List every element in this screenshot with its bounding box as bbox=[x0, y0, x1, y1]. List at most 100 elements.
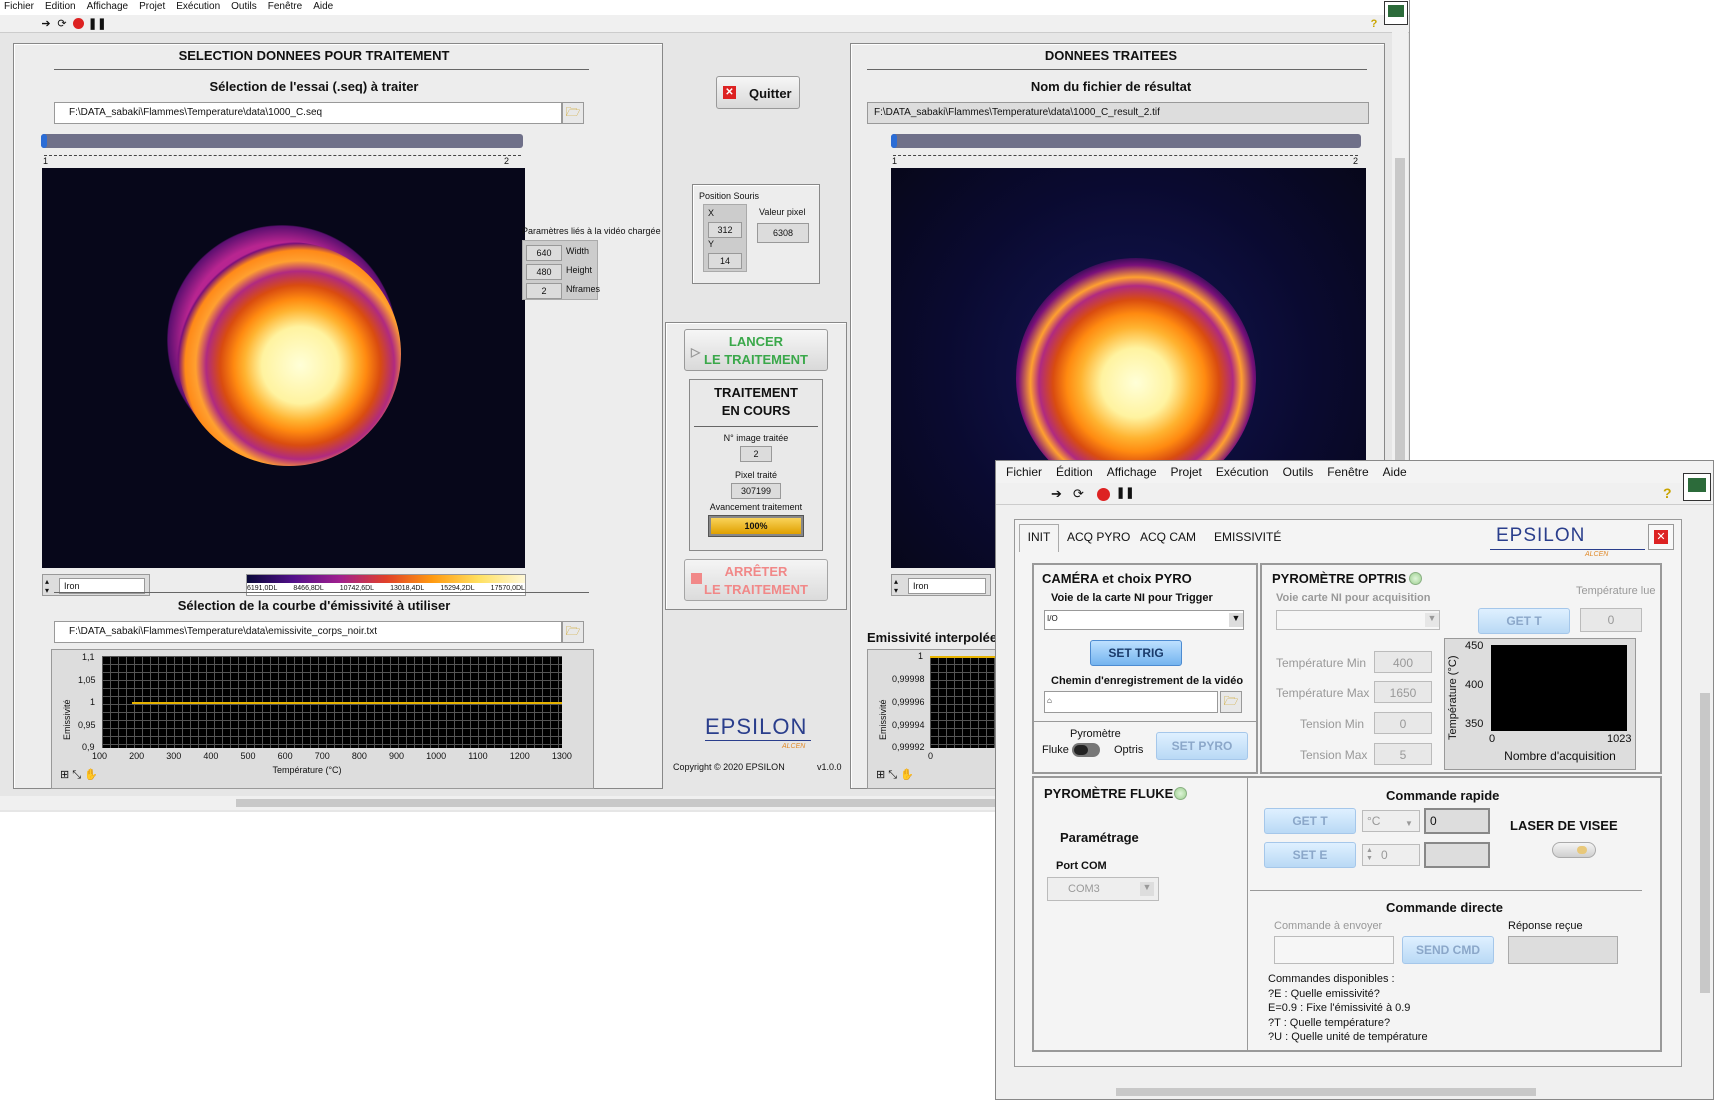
horizontal-scrollbar[interactable] bbox=[996, 1085, 1696, 1099]
stepper-icon: ▲ ▼ bbox=[1366, 847, 1373, 862]
menu-bar: Fichier Edition Affichage Projet Exécution Ou… bbox=[0, 0, 1409, 15]
cmd-envoyer-input[interactable] bbox=[1274, 936, 1394, 964]
menu-execution[interactable]: Exécution bbox=[1216, 465, 1269, 479]
menu-projet[interactable]: Projet bbox=[1171, 465, 1202, 479]
launch-button[interactable]: ▷ LANCER LE TRAITEMENT bbox=[684, 329, 828, 371]
laser-toggle[interactable] bbox=[1552, 842, 1596, 858]
pyro-toggle[interactable] bbox=[1072, 743, 1100, 757]
help-icon[interactable]: ? bbox=[1368, 18, 1380, 30]
xtick: 1023 bbox=[1607, 733, 1632, 745]
send-cmd-button[interactable]: SEND CMD bbox=[1402, 936, 1494, 964]
menu-edition[interactable]: Édition bbox=[1056, 465, 1093, 479]
divider bbox=[694, 426, 818, 427]
divider bbox=[54, 592, 589, 593]
run-continuous-icon[interactable]: ⟳ bbox=[56, 18, 68, 30]
epsilon-logo: EPSILON bbox=[1496, 525, 1586, 546]
ytick: 1 bbox=[90, 697, 96, 707]
cmd-envoyer-label: Commande à envoyer bbox=[1274, 920, 1383, 932]
tab-acq-pyro[interactable]: ACQ PYRO bbox=[1067, 530, 1130, 544]
result-frame-slider[interactable] bbox=[891, 134, 1361, 148]
graph-tools-icon[interactable]: ⊞ ⤡ ✋ bbox=[60, 768, 98, 782]
result-path: F:\DATA_sabaki\Flammes\Temperature\data\… bbox=[867, 102, 1369, 124]
optris-chart-xlabel: Nombre d'acquisition bbox=[1504, 749, 1616, 763]
progress-fill: 100% bbox=[711, 518, 801, 534]
folder-browse-icon[interactable]: 🗁 bbox=[562, 102, 584, 124]
run-continuous-icon[interactable]: ⟳ bbox=[1073, 486, 1084, 502]
divider bbox=[1034, 721, 1256, 722]
set-e-input[interactable]: ▲ ▼ 0 bbox=[1362, 844, 1420, 866]
trigger-select[interactable]: I/O ▼ bbox=[1044, 610, 1244, 630]
run-arrow-icon[interactable]: ➔ bbox=[40, 18, 52, 30]
run-arrow-icon[interactable]: ➔ bbox=[1051, 486, 1062, 502]
set-trig-button[interactable]: SET TRIG bbox=[1090, 640, 1182, 666]
fluke-get-t-button[interactable]: GET T bbox=[1264, 808, 1356, 834]
camera-title: CAMÉRA et choix PYRO bbox=[1042, 571, 1192, 586]
temp-max-value: 1650 bbox=[1374, 681, 1432, 703]
folder-browse-icon[interactable]: 🗁 bbox=[562, 621, 584, 643]
optris-acq-select[interactable]: ▼ bbox=[1276, 610, 1440, 630]
set-pyro-button[interactable]: SET PYRO bbox=[1156, 732, 1248, 760]
menu-fenetre[interactable]: Fenêtre bbox=[268, 1, 302, 12]
status-box: TRAITEMENT EN COURS N° image traitée 2 P… bbox=[689, 379, 823, 551]
menu-fenetre[interactable]: Fenêtre bbox=[1327, 465, 1368, 479]
menu-aide[interactable]: Aide bbox=[1383, 465, 1407, 479]
close-window-button[interactable]: ✕ bbox=[1648, 524, 1674, 550]
port-com-value: COM3 bbox=[1068, 883, 1100, 895]
optris-label: Optris bbox=[1114, 744, 1144, 756]
result-colormap-selector[interactable]: ▴ ▾ Iron bbox=[891, 574, 991, 596]
vertical-scrollbar[interactable] bbox=[1697, 513, 1713, 1073]
menu-fichier[interactable]: Fichier bbox=[1006, 465, 1042, 479]
xtick: 900 bbox=[389, 751, 405, 761]
chevron-down-icon: ▼ bbox=[1229, 613, 1243, 627]
menu-projet[interactable]: Projet bbox=[139, 1, 165, 12]
ytick: 400 bbox=[1465, 679, 1484, 691]
emissivity-label: Sélection de la courbe d'émissivité à ut… bbox=[177, 598, 451, 613]
slider-min: 1 bbox=[892, 156, 898, 166]
tab-control: INIT ACQ PYRO ACQ CAM EMISSIVITÉ EPSILON… bbox=[1014, 519, 1682, 1067]
pause-icon[interactable]: ❚❚ bbox=[88, 18, 106, 30]
colorbar-tick: 15294,2DL bbox=[440, 585, 475, 592]
unit-select[interactable]: °C ▼ bbox=[1362, 810, 1420, 832]
folder-browse-icon[interactable]: 🗁 bbox=[1220, 691, 1242, 713]
laser-title: LASER DE VISEE bbox=[1510, 818, 1618, 833]
menu-aide[interactable]: Aide bbox=[313, 1, 333, 12]
quit-label: Quitter bbox=[749, 86, 792, 101]
tab-init[interactable]: INIT bbox=[1019, 524, 1059, 552]
path-icon: ⌂ bbox=[1047, 696, 1052, 705]
port-com-select[interactable]: COM3 ▼ bbox=[1047, 877, 1159, 901]
graph-tools-icon[interactable]: ⊞ ⤡ ✋ bbox=[876, 768, 914, 782]
menu-outils[interactable]: Outils bbox=[1283, 465, 1314, 479]
video-path-input[interactable]: ⌂ bbox=[1044, 691, 1218, 713]
results-title: DONNEES TRAITEES bbox=[1044, 48, 1178, 63]
width-value: 640 bbox=[526, 245, 562, 261]
tab-emissivite[interactable]: EMISSIVITÉ bbox=[1214, 530, 1281, 544]
menu-execution[interactable]: Exécution bbox=[176, 1, 220, 12]
pause-icon[interactable]: ❚❚ bbox=[1116, 486, 1134, 499]
menu-affichage[interactable]: Affichage bbox=[87, 1, 129, 12]
menu-fichier[interactable]: Fichier bbox=[4, 1, 34, 12]
quit-button[interactable]: ✕ Quitter bbox=[716, 76, 800, 109]
params-group: 640 Width 480 Height 2 Nframes bbox=[522, 240, 600, 300]
close-icon: ✕ bbox=[723, 86, 736, 99]
divider bbox=[1250, 890, 1642, 891]
optris-get-t-button[interactable]: GET T bbox=[1478, 608, 1570, 634]
emissivity-path-input[interactable]: F:\DATA_sabaki\Flammes\Temperature\data\… bbox=[54, 621, 562, 643]
ytick: 1 bbox=[918, 651, 924, 661]
menu-affichage[interactable]: Affichage bbox=[1107, 465, 1157, 479]
abort-icon[interactable] bbox=[73, 18, 84, 29]
essai-path-input[interactable]: F:\DATA_sabaki\Flammes\Temperature\data\… bbox=[54, 102, 562, 124]
y-value: 14 bbox=[708, 253, 742, 269]
abort-icon[interactable] bbox=[1097, 488, 1110, 501]
menu-outils[interactable]: Outils bbox=[231, 1, 257, 12]
menu-edition[interactable]: Edition bbox=[45, 1, 76, 12]
stop-button[interactable]: ARRÊTER LE TRAITEMENT bbox=[684, 559, 828, 601]
xticks: 100 200 300 400 500 600 700 800 900 1000… bbox=[92, 751, 572, 761]
tab-acq-cam[interactable]: ACQ CAM bbox=[1140, 530, 1196, 544]
emiss-interp-chart: Emissivité 1 0,99998 0,99996 0,99994 0,9… bbox=[867, 649, 1008, 789]
help-icon[interactable]: ? bbox=[1663, 485, 1672, 501]
fluke-title: PYROMÈTRE FLUKE bbox=[1044, 786, 1174, 801]
chevron-down-icon: ▼ bbox=[1405, 819, 1413, 828]
ir-image-display[interactable] bbox=[42, 168, 525, 568]
frame-slider[interactable] bbox=[41, 134, 523, 148]
set-e-button[interactable]: SET E bbox=[1264, 842, 1356, 868]
